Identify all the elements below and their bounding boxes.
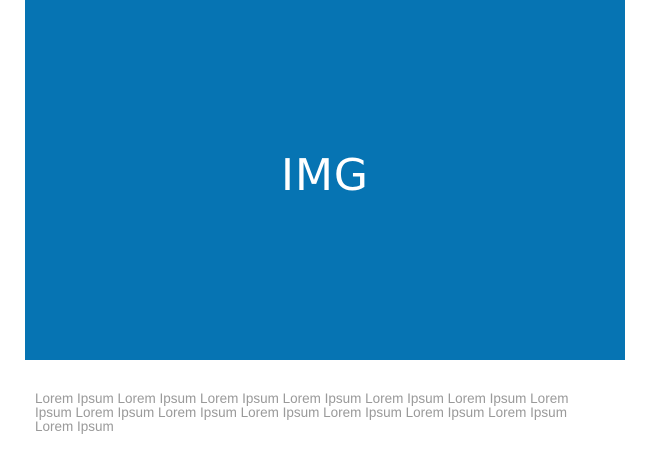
image-placeholder: IMG xyxy=(25,0,625,360)
image-placeholder-label: IMG xyxy=(280,150,370,201)
page: IMG Lorem Ipsum Lorem Ipsum Lorem Ipsum … xyxy=(0,0,650,464)
caption-text: Lorem Ipsum Lorem Ipsum Lorem Ipsum Lore… xyxy=(35,391,569,434)
